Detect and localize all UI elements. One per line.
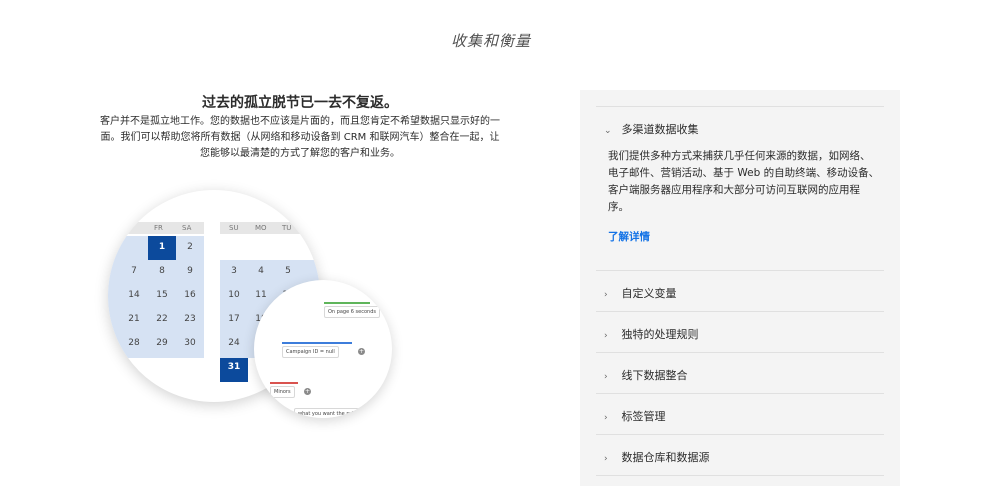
day-cell: 10 bbox=[228, 290, 240, 300]
accordion-label: 数据仓库和数据源 bbox=[621, 451, 710, 464]
day-cell: 1 bbox=[158, 242, 166, 252]
rules-magnifier: On page 6 seconds Campaign ID = null + M… bbox=[254, 280, 392, 418]
day-cell: 24 bbox=[228, 338, 240, 348]
day-cell: 8 bbox=[159, 266, 165, 276]
divider bbox=[596, 434, 884, 435]
accordion-item-processing-rules[interactable]: › 独特的处理规则 bbox=[604, 326, 699, 342]
divider bbox=[596, 393, 884, 394]
add-icon: + bbox=[358, 348, 365, 355]
day-cell: 28 bbox=[128, 338, 140, 348]
chevron-right-icon: › bbox=[604, 331, 608, 341]
calendar-illustration: › ‹ FR SA SU MO TU 1 2 7 8 9 14 15 16 21 bbox=[108, 190, 398, 430]
rule-tag: Campaign ID = null bbox=[282, 346, 339, 358]
divider bbox=[596, 311, 884, 312]
intro-heading: 过去的孤立脱节已一去不复返。 bbox=[202, 95, 398, 111]
rule-tag: what you want the rule bbox=[294, 408, 361, 418]
feature-accordion: ⌄ 多渠道数据收集 我们提供多种方式来捕获几乎任何来源的数据，如网络、电子邮件、… bbox=[580, 90, 900, 486]
accordion-item-offline-data[interactable]: › 线下数据整合 bbox=[604, 367, 688, 383]
day-cell: 17 bbox=[228, 314, 240, 324]
divider bbox=[596, 270, 884, 271]
add-icon: + bbox=[304, 388, 311, 395]
accordion-label: 线下数据整合 bbox=[621, 369, 688, 382]
divider bbox=[596, 106, 884, 107]
day-cell: 23 bbox=[184, 314, 196, 324]
intro-body: 客户并不是孤立地工作。您的数据也不应该是片面的，而且您肯定不希望数据只显示好的一… bbox=[100, 116, 500, 159]
accordion-item-multichannel[interactable]: ⌄ 多渠道数据收集 bbox=[604, 121, 699, 137]
rule-tag: On page 6 seconds bbox=[324, 306, 380, 318]
section-title: 收集和衡量 bbox=[450, 32, 531, 50]
day-cell: 29 bbox=[156, 338, 168, 348]
day-cell: 9 bbox=[187, 266, 193, 276]
day-cell: 14 bbox=[128, 290, 140, 300]
rule-color-bar bbox=[282, 342, 352, 344]
accordion-label: 自定义变量 bbox=[621, 287, 677, 300]
chevron-right-icon: › bbox=[604, 454, 608, 464]
chevron-right-icon: › bbox=[604, 413, 608, 423]
rule-color-bar bbox=[324, 302, 370, 304]
accordion-label: 多渠道数据收集 bbox=[621, 123, 699, 136]
rule-color-bar bbox=[270, 382, 298, 384]
day-cell: 16 bbox=[184, 290, 196, 300]
weekday-label: SA bbox=[182, 224, 192, 232]
chevron-right-icon: › bbox=[604, 290, 608, 300]
chevron-right-icon: › bbox=[604, 372, 608, 382]
accordion-body: 我们提供多种方式来捕获几乎任何来源的数据，如网络、电子邮件、营销活动、基于 We… bbox=[608, 150, 880, 213]
divider bbox=[596, 352, 884, 353]
day-cell: 21 bbox=[128, 314, 140, 324]
accordion-item-data-warehouse[interactable]: › 数据仓库和数据源 bbox=[604, 449, 710, 465]
chevron-down-icon: ⌄ bbox=[604, 126, 612, 136]
accordion-item-tag-management[interactable]: › 标签管理 bbox=[604, 408, 666, 424]
accordion-item-custom-variables[interactable]: › 自定义变量 bbox=[604, 285, 677, 301]
weekday-label: MO bbox=[255, 224, 267, 232]
day-cell: 30 bbox=[184, 338, 196, 348]
day-cell: 3 bbox=[231, 266, 237, 276]
accordion-label: 独特的处理规则 bbox=[621, 328, 699, 341]
day-cell: 7 bbox=[131, 266, 137, 276]
weekday-label: SU bbox=[229, 224, 239, 232]
learn-more-link[interactable]: 了解详情 bbox=[608, 229, 650, 244]
day-cell: 5 bbox=[285, 266, 291, 276]
day-cell: 11 bbox=[255, 290, 267, 300]
day-cell: 4 bbox=[258, 266, 264, 276]
day-cell: 31 bbox=[227, 362, 241, 372]
day-cell: 22 bbox=[156, 314, 168, 324]
intro-block: 过去的孤立脱节已一去不复返。 客户并不是孤立地工作。您的数据也不应该是片面的，而… bbox=[100, 92, 500, 162]
day-cell: 2 bbox=[187, 242, 193, 252]
day-cell: 15 bbox=[156, 290, 168, 300]
weekday-label: TU bbox=[282, 224, 292, 232]
divider bbox=[596, 475, 884, 476]
rule-tag: Minors bbox=[270, 386, 295, 398]
accordion-label: 标签管理 bbox=[621, 410, 666, 423]
weekday-label: FR bbox=[154, 224, 163, 232]
